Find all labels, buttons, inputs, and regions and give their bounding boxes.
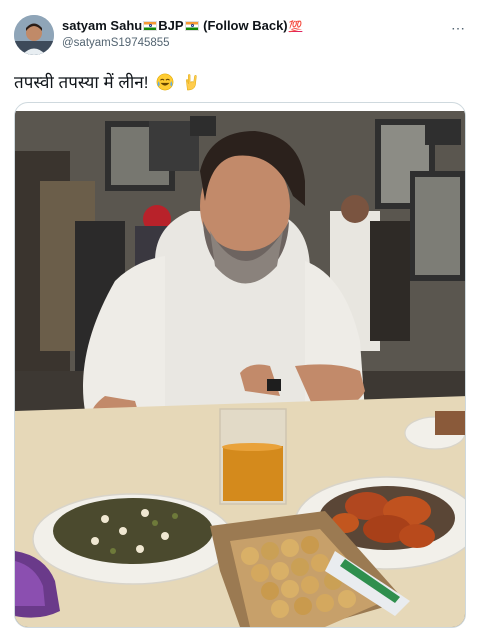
tweet-photo[interactable] [15, 111, 466, 627]
tweet-media[interactable] [14, 102, 466, 628]
display-name-follow: (Follow Back) [203, 18, 288, 33]
tweet-text: तपस्वी तपस्या में लीन! [14, 70, 200, 93]
love-you-gesture-icon [185, 74, 197, 91]
display-name-text: satyam Sahu [62, 18, 143, 33]
tweet-text-content: तपस्वी तपस्या में लीन! [14, 73, 149, 92]
more-horizontal-icon[interactable]: ⋯ [451, 20, 466, 37]
display-name-party: BJP [158, 18, 184, 33]
display-name[interactable]: satyam Sahu BJP (Follow Back)💯 [62, 18, 302, 33]
user-handle[interactable]: @satyamS19745855 [62, 37, 170, 49]
face-with-tears-of-joy-icon [156, 73, 174, 91]
india-flag-icon [143, 21, 158, 31]
tweet-card[interactable]: satyam Sahu BJP (Follow Back)💯 @satyamS19… [0, 0, 486, 638]
hundred-points-icon: 💯 [288, 21, 303, 33]
india-flag-icon [184, 21, 199, 31]
avatar[interactable] [14, 15, 54, 55]
